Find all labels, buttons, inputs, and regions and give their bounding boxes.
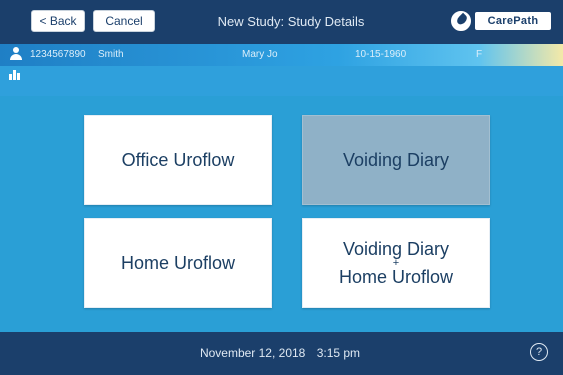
current-time: 3:15 pm (316, 346, 361, 360)
header-bar: < Back Cancel New Study: Study Details C… (0, 0, 563, 44)
logo-text: CarePath (474, 11, 552, 31)
date-time: November 12, 2018 3:15 pm (150, 346, 410, 360)
page-title: New Study: Study Details (217, 14, 365, 29)
chart-icon[interactable] (9, 70, 21, 80)
study-type-panel: Office Uroflow Voiding Diary Home Uroflo… (0, 96, 563, 332)
carepath-logo: CarePath (450, 9, 554, 33)
patient-sex: F (476, 49, 483, 60)
office-uroflow-label: Office Uroflow (121, 150, 235, 170)
patient-first-name: Mary Jo (242, 49, 278, 60)
home-uroflow-button[interactable]: Home Uroflow (84, 218, 272, 308)
combo-label-plus: + (392, 257, 400, 269)
help-icon[interactable]: ? (530, 343, 548, 361)
patient-info-bar: 1234567890 Smith Mary Jo 10-15-1960 F (0, 44, 563, 66)
current-date: November 12, 2018 (199, 346, 306, 360)
patient-dob: 10-15-1960 (355, 49, 407, 60)
combo-label-line1: Voiding Diary (342, 239, 450, 259)
patient-id: 1234567890 (30, 49, 86, 60)
office-uroflow-button[interactable]: Office Uroflow (84, 115, 272, 205)
voiding-diary-label: Voiding Diary (342, 150, 450, 170)
voiding-diary-home-uroflow-button[interactable]: Voiding Diary + Home Uroflow (302, 218, 490, 308)
combo-label-line2: Home Uroflow (338, 267, 454, 287)
home-uroflow-label: Home Uroflow (120, 253, 236, 273)
footer-bar: November 12, 2018 3:15 pm ? (0, 332, 563, 375)
voiding-diary-button[interactable]: Voiding Diary (302, 115, 490, 205)
patient-last-name: Smith (98, 49, 124, 60)
cancel-button[interactable]: Cancel (93, 10, 155, 32)
droplet-icon (450, 10, 472, 32)
toolbar (0, 66, 563, 96)
user-icon (9, 47, 23, 61)
back-button[interactable]: < Back (31, 10, 85, 32)
